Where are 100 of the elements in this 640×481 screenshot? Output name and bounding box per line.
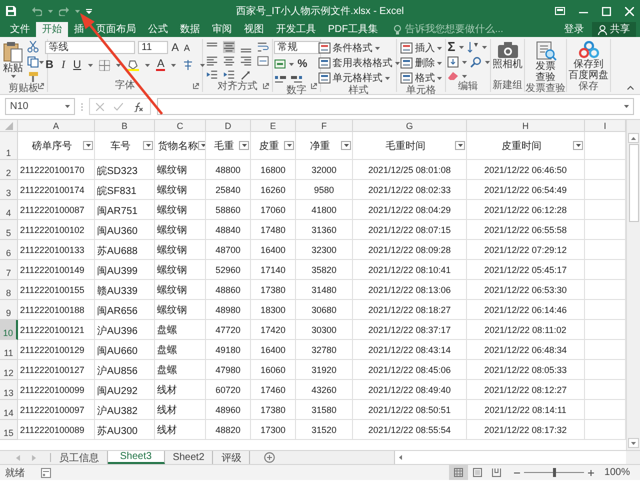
ribbon-command[interactable]: 套用表格格式 — [332, 56, 392, 70]
copy-icon[interactable] — [27, 56, 39, 68]
caret-icon[interactable] — [200, 144, 205, 147]
caret-icon[interactable] — [286, 144, 292, 147]
column-header[interactable]: E — [251, 120, 296, 132]
caret-icon[interactable] — [576, 144, 580, 147]
caret-icon[interactable] — [200, 64, 206, 66]
row-header[interactable]: 14 — [0, 400, 18, 420]
ribbon-command[interactable]: 删除 — [415, 56, 435, 70]
number-format-field[interactable]: 常规 — [274, 41, 320, 54]
italic-button[interactable]: I — [60, 59, 66, 71]
column-header[interactable]: H — [467, 120, 585, 132]
caret-icon[interactable] — [145, 64, 150, 66]
ribbon-tab[interactable]: 视图 — [238, 22, 270, 37]
row-header[interactable]: 12 — [0, 360, 18, 380]
caret-icon[interactable] — [437, 46, 442, 50]
bold-button[interactable]: B — [44, 59, 54, 71]
filter-button[interactable] — [284, 141, 294, 150]
caret-icon[interactable] — [462, 74, 466, 78]
increase-indent-icon[interactable] — [222, 69, 236, 81]
ribbon-tab[interactable]: 文件 — [4, 22, 36, 37]
caret-icon[interactable] — [374, 46, 380, 50]
fill-icon[interactable] — [446, 56, 458, 68]
row-header[interactable]: 1 — [0, 132, 18, 160]
sheet-tab[interactable]: Sheet3 — [108, 451, 165, 464]
ribbon-large-button[interactable]: 发票 查验 — [534, 41, 556, 83]
font-size-field[interactable]: 11 — [138, 41, 168, 54]
column-header[interactable]: G — [353, 120, 467, 132]
align-icon[interactable] — [205, 55, 219, 67]
align-icon[interactable] — [222, 41, 236, 53]
caret-icon[interactable] — [462, 60, 466, 64]
share-button[interactable]: 共享 — [592, 22, 636, 37]
row-header[interactable]: 3 — [0, 180, 18, 200]
accounting-icon[interactable] — [274, 58, 286, 70]
wrap-text-icon[interactable] — [256, 41, 270, 53]
caret-icon[interactable] — [88, 64, 94, 66]
shrink-font-button[interactable]: A — [182, 42, 191, 54]
caret-icon[interactable] — [458, 144, 462, 147]
align-icon[interactable] — [222, 55, 236, 67]
caret-icon[interactable] — [344, 144, 348, 147]
ribbon-tab[interactable]: 数据 — [174, 22, 206, 37]
formula-input[interactable] — [157, 98, 634, 115]
style-icon[interactable] — [318, 42, 330, 54]
ribbon-tab[interactable]: 开始 — [36, 22, 68, 37]
caret-icon[interactable] — [65, 105, 70, 108]
percent-button[interactable]: % — [296, 58, 308, 70]
zoom-level[interactable]: 100% — [604, 467, 630, 478]
customize-icon[interactable] — [86, 8, 92, 14]
caret-icon[interactable] — [116, 64, 122, 66]
row-header[interactable]: 5 — [0, 220, 18, 240]
paste-button[interactable]: 粘贴 — [3, 41, 23, 78]
redo-icon[interactable] — [59, 6, 69, 16]
caret-icon[interactable] — [39, 60, 44, 64]
filter-button[interactable] — [83, 141, 93, 150]
ribbon-large-button[interactable]: 保存到 百度网盘 — [568, 41, 608, 81]
caret-icon[interactable] — [459, 46, 464, 48]
align-icon[interactable] — [239, 55, 253, 67]
caret-icon[interactable] — [384, 76, 390, 80]
caret-icon[interactable] — [171, 64, 176, 66]
filter-button[interactable] — [143, 141, 153, 150]
underline-button[interactable]: U — [72, 59, 82, 71]
dialog-launcher-icon[interactable] — [263, 83, 269, 89]
left-arrow-icon[interactable] — [399, 455, 402, 460]
filter-button[interactable] — [198, 141, 205, 150]
row-header[interactable]: 13 — [0, 380, 18, 400]
zoom-in-icon[interactable] — [588, 470, 594, 476]
decrease-indent-icon[interactable] — [205, 69, 219, 81]
grow-font-button[interactable]: A — [170, 42, 180, 54]
function-icon[interactable] — [133, 102, 144, 112]
borders-icon[interactable] — [99, 60, 110, 70]
ribbon-command[interactable]: 插入 — [415, 41, 435, 55]
fill-color-icon[interactable] — [127, 59, 140, 71]
column-header[interactable]: A — [18, 120, 95, 132]
caret-icon[interactable] — [288, 62, 294, 66]
scroll-up-button[interactable] — [628, 133, 639, 143]
row-header[interactable]: 6 — [0, 240, 18, 260]
caret-icon[interactable] — [484, 60, 490, 64]
column-header[interactable]: B — [95, 120, 155, 132]
dialog-launcher-icon[interactable] — [193, 83, 199, 89]
font-name-field[interactable]: 等线 — [44, 41, 135, 54]
caret-icon[interactable] — [482, 46, 488, 48]
ribbon-tab[interactable]: 插 — [68, 22, 90, 37]
maximize-icon[interactable] — [602, 6, 611, 16]
style-icon[interactable] — [400, 72, 413, 84]
caret-icon[interactable] — [242, 144, 246, 147]
macro-record-icon[interactable] — [41, 468, 51, 478]
increase-decimal-icon[interactable] — [274, 74, 286, 85]
column-header[interactable]: F — [296, 120, 353, 132]
ribbon-tab[interactable]: 审阅 — [206, 22, 238, 37]
name-box[interactable]: N10 — [5, 98, 75, 115]
phonetic-icon[interactable] — [182, 59, 194, 71]
caret-icon[interactable] — [394, 62, 400, 64]
row-header[interactable]: 10 — [0, 320, 18, 340]
autosum-button[interactable]: Σ — [446, 41, 456, 53]
search-icon[interactable] — [470, 56, 482, 68]
ribbon-tab[interactable]: 开发工具 — [270, 22, 322, 37]
caret-icon[interactable] — [437, 76, 442, 80]
decrease-decimal-icon[interactable] — [290, 74, 302, 85]
normal-view-button[interactable] — [449, 465, 468, 480]
collapse-ribbon-icon[interactable] — [627, 85, 634, 90]
